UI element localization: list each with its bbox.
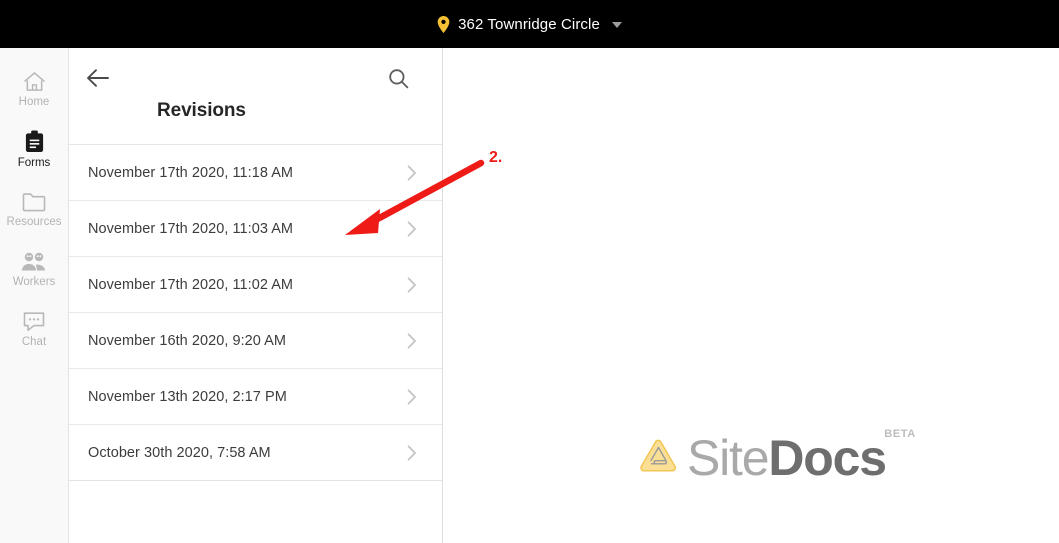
search-icon [388,68,408,88]
sidebar-item-label: Workers [12,275,56,288]
sidebar-item-chat[interactable]: Chat [0,300,68,360]
logo-wordmark: SiteDocs BETA [687,429,915,486]
back-button[interactable] [79,60,117,96]
chevron-right-icon [407,220,416,237]
sitedocs-triangle-logo-icon [640,439,677,472]
logo-text-docs: Docs [768,430,887,486]
sidebar-item-resources[interactable]: Resources [0,180,68,240]
logo-text-site: Site [687,430,770,486]
revision-date: November 17th 2020, 11:18 AM [88,164,294,181]
arrow-left-icon [87,69,109,87]
search-button[interactable] [380,60,416,96]
site-name-label: 362 Townridge Circle [458,15,600,33]
table-row[interactable]: November 13th 2020, 2:17 PM [69,369,442,425]
sidebar-nav: Home Forms Resources Workers Chat [0,48,69,543]
sidebar-item-label: Resources [6,215,62,228]
chat-bubble-icon [23,312,45,332]
revisions-list: November 17th 2020, 11:18 AM November 17… [69,145,442,481]
beta-badge: BETA [884,428,916,440]
chevron-down-icon[interactable] [611,22,622,28]
revision-date: November 17th 2020, 11:02 AM [88,276,294,293]
panel-header: Revisions [69,48,442,145]
table-row[interactable]: October 30th 2020, 7:58 AM [69,425,442,481]
revision-date: November 13th 2020, 2:17 PM [88,388,287,405]
chevron-right-icon [407,388,416,405]
home-icon [23,72,45,92]
sidebar-item-forms[interactable]: Forms [0,120,68,180]
chevron-right-icon [407,164,416,181]
sidebar-item-label: Chat [21,336,47,349]
table-row[interactable]: November 16th 2020, 9:20 AM [69,313,442,369]
chevron-right-icon [407,276,416,293]
table-row[interactable]: November 17th 2020, 11:03 AM [69,201,442,257]
folder-icon [22,193,46,212]
table-row[interactable]: November 17th 2020, 11:18 AM [69,145,442,201]
sidebar-item-home[interactable]: Home [0,60,68,120]
top-bar: 362 Townridge Circle [0,0,1059,48]
revision-date: November 16th 2020, 9:20 AM [88,332,287,349]
people-icon [22,252,45,271]
main-content-area: SiteDocs BETA [444,48,1059,543]
sidebar-item-label: Forms [17,157,51,170]
sitedocs-logo: SiteDocs BETA [637,429,915,486]
app-window: 362 Townridge Circle Home Forms Resource… [0,0,1059,543]
chevron-right-icon [407,444,416,461]
revisions-panel: Revisions November 17th 2020, 11:18 AM N… [69,48,443,543]
sidebar-item-label: Home [18,96,50,109]
sidebar-item-workers[interactable]: Workers [0,240,68,300]
revision-date: November 17th 2020, 11:03 AM [88,220,294,237]
chevron-right-icon [407,332,416,349]
page-title: Revisions [157,100,246,121]
table-row[interactable]: November 17th 2020, 11:02 AM [69,257,442,313]
site-selector-button[interactable]: 362 Townridge Circle [437,15,622,33]
clipboard-icon [25,130,43,153]
location-pin-icon [437,15,450,33]
revision-date: October 30th 2020, 7:58 AM [88,444,271,461]
